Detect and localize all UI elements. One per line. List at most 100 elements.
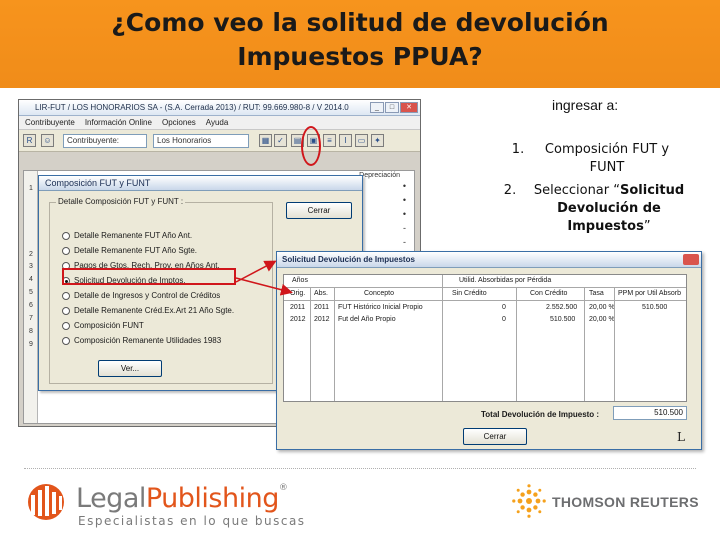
option-remanente-fut-ant[interactable]: Detalle Remanente FUT Año Ant.	[74, 231, 192, 240]
main-window-titlebar: LIR-FUT / LOS HONORARIOS SA - (S.A. Cerr…	[19, 100, 420, 116]
option-remanente-fut-sgte[interactable]: Detalle Remanente FUT Año Sgte.	[74, 246, 197, 255]
menu-ayuda[interactable]: Ayuda	[206, 116, 229, 129]
solicitud-close-button[interactable]: Cerrar	[463, 428, 527, 445]
solicitud-table: Años Utilid. Absorbidas por Pérdida Orig…	[283, 274, 687, 402]
table-cell: FUT Histórico Inicial Propio	[338, 304, 423, 311]
corner-mark: L	[677, 430, 685, 444]
solicitud-dialog-title: Solicitud Devolución de Impuestos	[282, 255, 415, 264]
instructions-heading: ingresar a:	[552, 97, 619, 113]
radio-composicion-funt[interactable]	[62, 322, 70, 330]
print-icon[interactable]: ▭	[355, 134, 368, 147]
company-name-field[interactable]: Los Honorarios	[153, 134, 249, 148]
radio-remanente-fut-sgte[interactable]	[62, 247, 70, 255]
table-col-line	[584, 288, 585, 401]
composicion-group-label: Detalle Composición FUT y FUNT :	[56, 197, 186, 206]
list-icon[interactable]: ≡	[323, 134, 336, 147]
option-composicion-funt[interactable]: Composición FUNT	[74, 321, 144, 330]
row-number: 6	[29, 302, 33, 309]
composicion-dialog-title: Composición FUT y FUNT	[39, 176, 362, 191]
table-cell: 0	[502, 304, 506, 311]
row-number: 3	[29, 263, 33, 270]
column-header: Sin Crédito	[452, 290, 487, 297]
row-number: 9	[29, 341, 33, 348]
radio-detalle-ingresos[interactable]	[62, 292, 70, 300]
radio-remanente-cred-ex[interactable]	[62, 307, 70, 315]
column-header: Orig.	[290, 290, 306, 297]
table-col-line	[516, 288, 517, 401]
table-col-line	[334, 288, 335, 401]
table-cell: 2011	[290, 304, 306, 311]
menu-bar: Contribuyente Información Online Opcione…	[19, 116, 420, 130]
export-icon[interactable]: ✦	[371, 134, 384, 147]
close-window-button[interactable]: ✕	[400, 102, 418, 113]
option-detalle-ingresos[interactable]: Detalle de Ingresos y Control de Crédito…	[74, 291, 220, 300]
registered-mark: ®	[278, 483, 288, 493]
column-header: Tasa	[589, 290, 604, 297]
group-header-util: Utilid. Absorbidas por Pérdida	[459, 277, 552, 284]
publishing-word: Publishing	[145, 483, 280, 514]
step1-text: Composición FUT y FUNT	[544, 142, 670, 175]
title-banner: ¿Como veo la solitud de devolución Impue…	[0, 0, 720, 88]
row-number: 2	[29, 251, 33, 258]
column-header: Concepto	[364, 290, 394, 297]
thomson-reuters-wordmark: THOMSON REUTERS	[552, 494, 699, 510]
main-toolbar: R ☺ Contribuyente: Los Honorarios ▦ ✓ ▤ …	[19, 130, 420, 152]
step2-text: Seleccionar “Solicitud Devolución de Imp…	[522, 182, 696, 236]
table-cell: 2012	[290, 316, 306, 323]
row-number: 8	[29, 328, 33, 335]
table-cell: 2011	[314, 304, 330, 311]
step1-number: 1.	[511, 142, 525, 157]
maximize-button[interactable]: □	[385, 102, 399, 113]
minimize-button[interactable]: _	[370, 102, 384, 113]
row-number: 5	[29, 289, 33, 296]
solicitud-devolucion-dialog: Solicitud Devolución de Impuestos Años U…	[276, 251, 702, 450]
column-header: Abs.	[314, 290, 329, 297]
table-col-line	[614, 288, 615, 401]
option-remanente-1983[interactable]: Composición Remanente Utilidades 1983	[74, 336, 221, 345]
slide-title: ¿Como veo la solitud de devolución Impue…	[0, 6, 720, 74]
table-cell: Fut del Año Propio	[338, 316, 396, 323]
row-number-column: 1 2 3 4 5 6 7 8 9	[24, 171, 38, 423]
table-col-line	[310, 288, 311, 401]
footer-divider	[24, 468, 696, 469]
users-icon[interactable]: ☺	[41, 134, 54, 147]
step2-suffix: ”	[643, 219, 651, 234]
column-header: Con Crédito	[530, 290, 568, 297]
rut-icon[interactable]: R	[23, 134, 36, 147]
radio-remanente-1983[interactable]	[62, 337, 70, 345]
table-cell: 20,00 %	[589, 304, 615, 311]
option-highlight-rect	[62, 268, 236, 285]
row-bullet: -	[403, 223, 406, 233]
table-cell: 510.500	[642, 304, 668, 311]
row-number: 7	[29, 315, 33, 322]
ver-button[interactable]: Ver...	[98, 360, 162, 377]
menu-contribuyente[interactable]: Contribuyente	[25, 116, 75, 129]
option-remanente-cred-ex[interactable]: Detalle Remanente Créd.Ex.Art 21 Año Sgt…	[74, 306, 234, 315]
group-header-years: Años	[292, 277, 308, 284]
legal-publishing-logo-mark	[28, 484, 64, 520]
column-header: PPM por Util Absorb	[618, 290, 682, 297]
table-divider	[284, 287, 686, 288]
composicion-options-group: Detalle Composición FUT y FUNT : Detalle…	[49, 197, 273, 384]
composicion-close-button[interactable]: Cerrar	[286, 202, 352, 219]
solicitud-dialog-titlebar: Solicitud Devolución de Impuestos	[277, 252, 701, 268]
step2-prefix: Seleccionar “	[533, 183, 620, 198]
row-bullet: •	[402, 181, 406, 191]
slide-title-line2: Impuestos PPUA?	[237, 42, 483, 71]
menu-opciones[interactable]: Opciones	[162, 116, 196, 129]
check-icon[interactable]: ✓	[274, 134, 287, 147]
main-window-title: LIR-FUT / LOS HONORARIOS SA - (S.A. Cerr…	[35, 103, 349, 112]
row-number: 1	[29, 185, 33, 192]
row-bullet: •	[402, 209, 406, 219]
radio-remanente-fut-ant[interactable]	[62, 232, 70, 240]
legal-word: Legal	[76, 483, 146, 514]
solicitud-close-x-button[interactable]	[683, 254, 699, 265]
thomson-reuters-logo-icon	[512, 484, 546, 518]
legal-publishing-tagline: Especialistas en lo que buscas	[78, 514, 306, 528]
menu-informacion-online[interactable]: Información Online	[85, 116, 152, 129]
form-icon[interactable]: ▦	[259, 134, 272, 147]
info-icon[interactable]: I	[339, 134, 352, 147]
table-cell: 2012	[314, 316, 330, 323]
contribuyente-field[interactable]: Contribuyente:	[63, 134, 147, 148]
row-number: 4	[29, 276, 33, 283]
